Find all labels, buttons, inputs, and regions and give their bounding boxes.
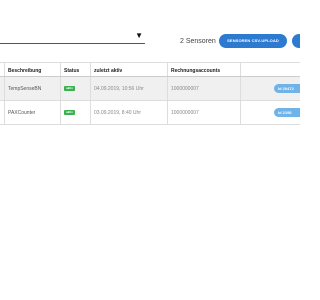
- table-header-row: Beschreibung Status zuletzt aktiv Rechnu…: [0, 62, 300, 77]
- column-divider: [240, 101, 241, 124]
- column-divider: [60, 101, 61, 124]
- billing-account: 1000000007: [171, 86, 199, 92]
- column-divider: [90, 77, 91, 100]
- column-header-last-active[interactable]: zuletzt aktiv: [94, 68, 122, 74]
- sensor-id-pill[interactable]: ld 2196: [274, 108, 300, 117]
- filter-select[interactable]: ▼: [0, 30, 145, 44]
- add-sensor-button[interactable]: [292, 34, 300, 48]
- column-divider: [90, 63, 91, 76]
- column-divider: [167, 101, 168, 124]
- column-divider: [167, 63, 168, 76]
- billing-account: 1000000007: [171, 110, 199, 116]
- column-header-status[interactable]: Status: [64, 68, 79, 74]
- sensor-table: Beschreibung Status zuletzt aktiv Rechnu…: [0, 62, 300, 128]
- column-divider: [60, 63, 61, 76]
- sensor-list-page: ▼ 2 Sensoren SENSOREN CSV-UPLOAD Beschre…: [0, 0, 300, 300]
- sensor-description[interactable]: PAXCounter: [8, 110, 35, 116]
- column-divider: [240, 63, 241, 76]
- column-header-description[interactable]: Beschreibung: [8, 68, 41, 74]
- column-header-accounts[interactable]: Rechnungsaccounts: [171, 68, 220, 74]
- column-divider: [4, 101, 5, 124]
- column-divider: [60, 77, 61, 100]
- sensor-count: 2 Sensoren: [180, 38, 216, 45]
- table-row[interactable]: PAXCounter aktiv 03.09.2019, 8:40 Uhr 10…: [0, 101, 300, 125]
- table-row[interactable]: TempSenseBN aktiv 04.09.2019, 10:56 Uhr …: [0, 77, 300, 101]
- column-divider: [4, 77, 5, 100]
- last-active-date: 03.09.2019, 8:40 Uhr: [94, 110, 141, 116]
- status-badge: aktiv: [64, 110, 75, 115]
- column-divider: [90, 101, 91, 124]
- sensor-id-pill[interactable]: ld 20472: [274, 84, 300, 93]
- column-divider: [4, 63, 5, 76]
- sensor-description[interactable]: TempSenseBN: [8, 86, 41, 92]
- status-badge: aktiv: [64, 86, 75, 91]
- chevron-down-icon[interactable]: ▼: [135, 31, 143, 41]
- column-divider: [167, 77, 168, 100]
- last-active-date: 04.09.2019, 10:56 Uhr: [94, 86, 144, 92]
- column-divider: [240, 77, 241, 100]
- csv-upload-button[interactable]: SENSOREN CSV-UPLOAD: [219, 34, 287, 48]
